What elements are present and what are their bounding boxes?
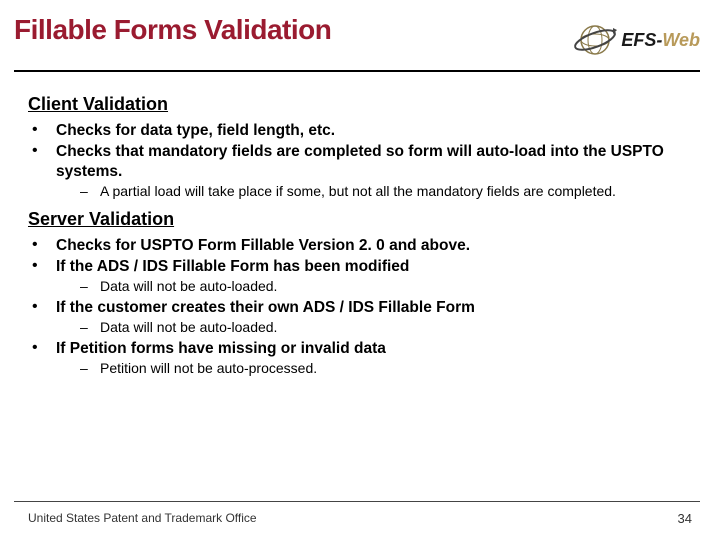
page-number: 34 [678,511,692,526]
efs-web-logo: EFS-Web [573,18,700,62]
sub-list-item: Petition will not be auto-processed. [56,360,700,378]
list-item: Checks that mandatory fields are complet… [28,142,700,200]
page-title: Fillable Forms Validation [14,14,331,46]
section-heading-server: Server Validation [28,209,700,230]
sub-list-item: Data will not be auto-loaded. [56,278,700,296]
list-item: If Petition forms have missing or invali… [28,339,700,378]
globe-icon [573,18,617,62]
sub-list-item: Data will not be auto-loaded. [56,319,700,337]
logo-text: EFS-Web [621,30,700,51]
slide-content: Client Validation Checks for data type, … [0,72,720,378]
list-item: Checks for data type, field length, etc. [28,121,700,140]
list-item: If the ADS / IDS Fillable Form has been … [28,257,700,296]
list-item: Checks for USPTO Form Fillable Version 2… [28,236,700,255]
list-item: If the customer creates their own ADS / … [28,298,700,337]
footer-divider [14,501,700,502]
footer-org: United States Patent and Trademark Offic… [28,511,257,526]
section-heading-client: Client Validation [28,94,700,115]
sub-list-item: A partial load will take place if some, … [56,183,700,201]
